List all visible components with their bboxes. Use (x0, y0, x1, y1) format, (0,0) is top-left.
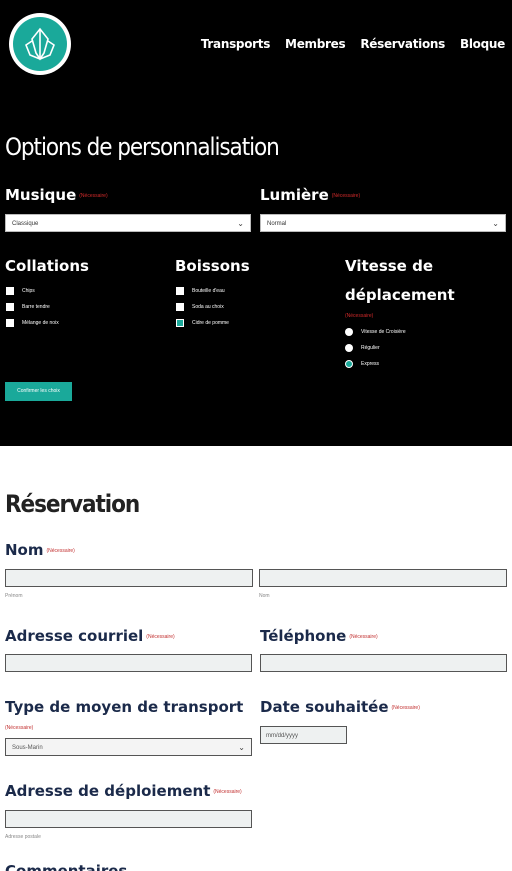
required-marker: (Nécessaire) (349, 633, 378, 640)
checkbox[interactable] (6, 287, 14, 295)
nav-item-transports[interactable]: Transports (201, 37, 271, 51)
speed-label: Vitesse de déplacement (345, 252, 455, 310)
customization-section: Transports Membres Réservations Bloque O… (0, 0, 512, 446)
customization-title: Options de personnalisation (5, 133, 280, 161)
required-marker: (Nécessaire) (79, 192, 108, 199)
radio[interactable] (345, 344, 353, 352)
first-name-input[interactable] (5, 569, 253, 587)
option-label: Express (361, 361, 380, 367)
required-marker: (Nécessaire) (345, 313, 374, 319)
snacks-label: Collations (5, 257, 89, 275)
required-marker: (Nécessaire) (213, 788, 242, 795)
light-label-text: Lumière (260, 186, 329, 204)
comments-label: Commentaires (5, 862, 128, 871)
speed-label-line1: Vitesse de (345, 257, 433, 275)
required-marker: (Nécessaire) (146, 633, 175, 640)
phone-label-text: Téléphone (260, 627, 347, 645)
drinks-label: Boissons (175, 257, 250, 275)
confirm-button[interactable]: Confirmer les choix (5, 382, 72, 401)
required-marker: (Nécessaire) (46, 547, 75, 554)
option-label: Barre tendre (22, 304, 50, 310)
checkbox[interactable] (176, 287, 184, 295)
chevron-down-icon: ⌄ (237, 219, 244, 228)
date-label-text: Date souhaitée (260, 698, 389, 716)
checkbox[interactable] (176, 303, 184, 311)
music-select-value: Classique (12, 221, 39, 227)
drink-option-eau[interactable]: Bouteille d'eau (176, 287, 225, 295)
date-placeholder: mm/dd/yyyy (266, 733, 299, 739)
snack-option-noix[interactable]: Mélange de noix (6, 319, 59, 327)
first-name-hint: Prénom (5, 593, 23, 599)
option-label: Bouteille d'eau (192, 288, 225, 294)
radio-checked[interactable] (345, 360, 353, 368)
chevron-down-icon: ⌄ (238, 743, 245, 752)
snack-option-barre[interactable]: Barre tendre (6, 303, 50, 311)
checkbox[interactable] (6, 319, 14, 327)
deploy-address-hint: Adresse postale (5, 834, 41, 840)
checkbox[interactable] (6, 303, 14, 311)
main-nav: Transports Membres Réservations Bloque (201, 37, 505, 51)
required-marker: (Nécessaire) (391, 704, 420, 711)
nav-item-membres[interactable]: Membres (285, 37, 346, 51)
music-select[interactable]: Classique ⌄ (5, 214, 251, 232)
speed-label-line2: déplacement (345, 286, 455, 304)
option-label: Mélange de noix (22, 320, 59, 326)
required-marker: (Nécessaire) (331, 192, 361, 199)
phone-input[interactable] (260, 654, 507, 672)
nav-item-reservations[interactable]: Réservations (360, 37, 445, 51)
email-label-text: Adresse courriel (5, 627, 144, 645)
reservation-title: Réservation (5, 490, 140, 518)
transport-type-label: Type de moyen de transport (5, 698, 244, 716)
checkbox-checked[interactable] (176, 319, 184, 327)
drink-option-cidre[interactable]: Cidre de pomme (176, 319, 229, 327)
email-input[interactable] (5, 654, 252, 672)
light-select-value: Normal (267, 221, 287, 227)
email-label: Adresse courriel (Nécessaire) (5, 627, 175, 645)
chevron-down-icon: ⌄ (492, 219, 499, 228)
name-label-text: Nom (5, 541, 44, 559)
option-label: Cidre de pomme (192, 320, 229, 326)
deploy-address-label: Adresse de déploiement (Nécessaire) (5, 782, 242, 800)
light-select[interactable]: Normal ⌄ (260, 214, 506, 232)
option-label: Soda au choix (192, 304, 224, 310)
speed-option-regulier[interactable]: Régulier (345, 344, 380, 352)
transport-type-value: Sous-Marin (12, 745, 43, 751)
nav-item-bloque[interactable]: Bloque (460, 37, 505, 51)
required-marker: (Nécessaire) (5, 725, 34, 731)
leaf-logo-icon (25, 27, 55, 61)
transport-type-select[interactable]: Sous-Marin ⌄ (5, 738, 252, 756)
radio[interactable] (345, 328, 353, 336)
option-label: Régulier (361, 345, 380, 351)
light-label: Lumière (Nécessaire) (260, 186, 360, 204)
speed-option-express[interactable]: Express (345, 360, 379, 368)
name-label: Nom (Nécessaire) (5, 541, 75, 559)
date-label: Date souhaitée (Nécessaire) (260, 698, 420, 716)
music-label: Musique (Nécessaire) (5, 186, 108, 204)
date-input[interactable]: mm/dd/yyyy (260, 726, 347, 744)
music-label-text: Musique (5, 186, 77, 204)
option-label: Chips (22, 288, 35, 294)
snack-option-chips[interactable]: Chips (6, 287, 35, 295)
speed-option-croisiere[interactable]: Vitesse de Croisière (345, 328, 406, 336)
last-name-hint: Nom (259, 593, 270, 599)
last-name-input[interactable] (259, 569, 507, 587)
option-label: Vitesse de Croisière (361, 329, 406, 335)
phone-label: Téléphone (Nécessaire) (260, 627, 378, 645)
deploy-address-input[interactable] (5, 810, 252, 828)
drink-option-soda[interactable]: Soda au choix (176, 303, 224, 311)
deploy-address-label-text: Adresse de déploiement (5, 782, 211, 800)
logo[interactable] (9, 13, 71, 75)
